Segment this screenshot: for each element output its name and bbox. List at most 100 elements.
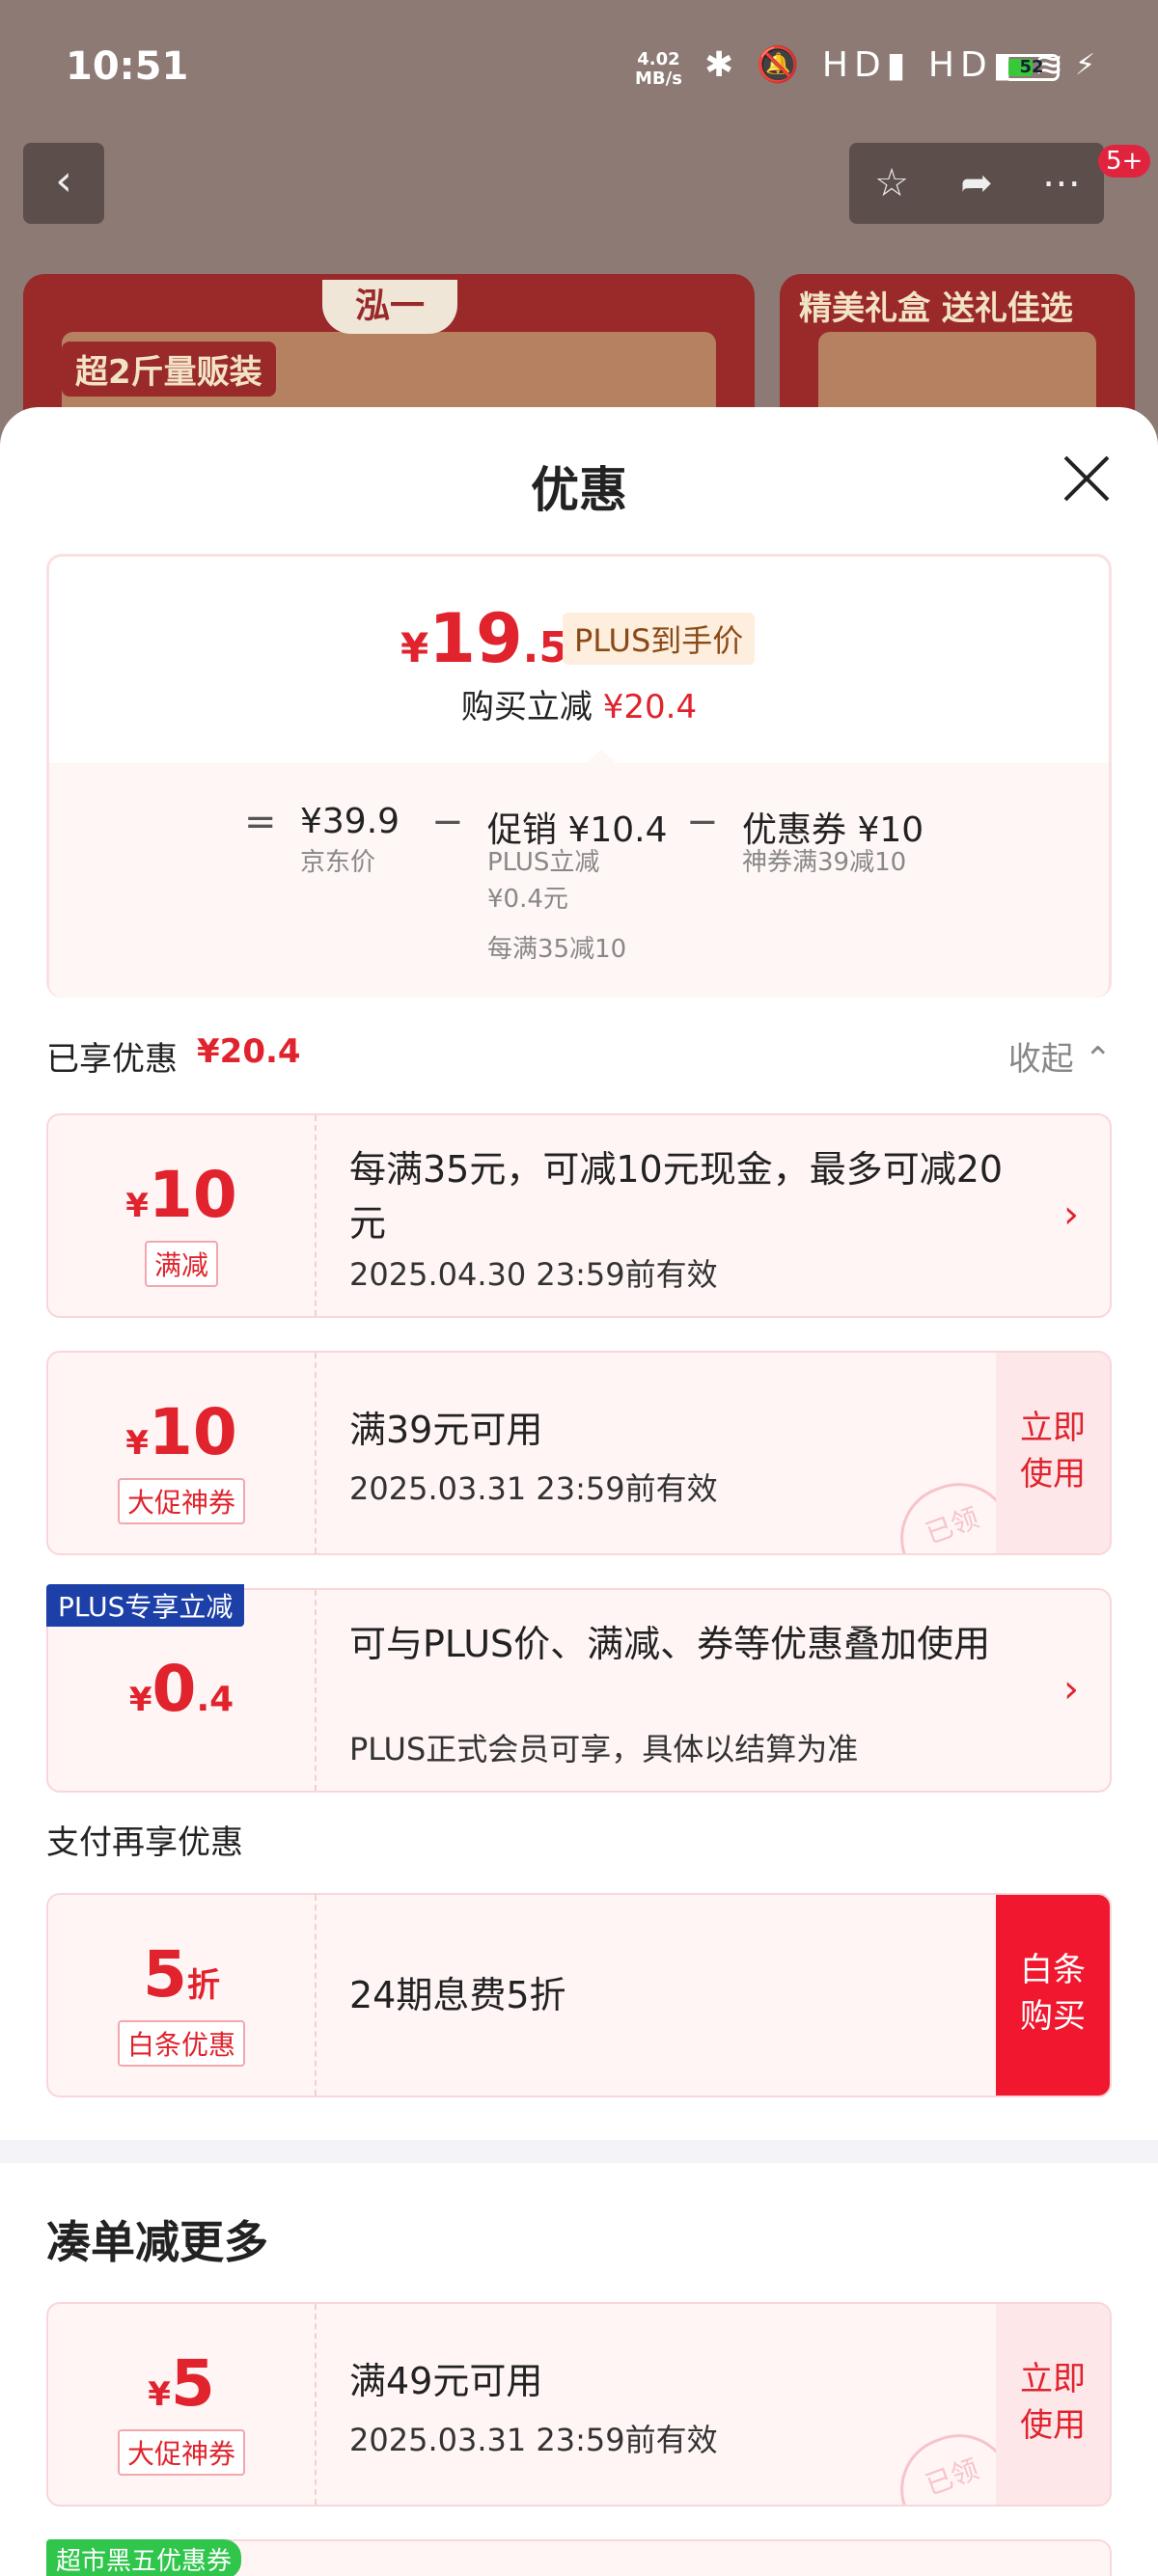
use-now-button[interactable]: 立即 使用 <box>996 1353 1110 1553</box>
coupon-description: 24期息费5折 <box>349 1974 566 2016</box>
charging-icon: ⚡ <box>1075 48 1096 82</box>
coupon-amount: ¥10 <box>48 1395 315 1469</box>
plus-price-tag: PLUS到手价 <box>563 613 756 665</box>
collapse-toggle[interactable]: 收起 ⌃ <box>1008 1032 1112 1080</box>
discount-sheet: 优惠 ¥19.5 PLUS到手价 购买立减 ¥20.4 = ¥39.9 京东价 … <box>0 407 1158 2576</box>
baitiao-buy-button[interactable]: 白条 购买 <box>996 1895 1110 2096</box>
coupon-amount: ¥0.4 <box>48 1652 315 1726</box>
coupon-description: 满49元可用 <box>349 2360 543 2402</box>
coupon-tag: 大促神券 <box>117 1478 245 1524</box>
sheet-title: 优惠 <box>531 462 627 518</box>
plus-exclusive-label: PLUS专享立减 <box>46 1584 245 1627</box>
promo-banner-text-2: 精美礼盒 送礼佳选 <box>799 289 1073 328</box>
use-now-label-2: 使用 <box>1020 2406 1086 2445</box>
coupon-amount-area: ¥10 大促神券 <box>48 1353 315 1553</box>
chevron-right-icon: › <box>1063 1192 1079 1237</box>
black-friday-label: 超市黑五优惠券 <box>46 2539 242 2576</box>
coupon-amount-area: ¥10 满减 <box>48 1115 315 1316</box>
more-icon[interactable]: ⋯ <box>1019 143 1104 224</box>
coupon-expiry: 2025.03.31 23:59前有效 <box>349 1470 718 1507</box>
coupon-currency: ¥ <box>125 1187 149 1225</box>
coupon-value: 5 <box>170 2346 215 2421</box>
price-currency: ¥ <box>400 624 429 671</box>
favorite-icon[interactable]: ☆ <box>849 143 934 224</box>
coupon-amount: ¥5 <box>48 2346 315 2421</box>
coupon-baitiao: 5折 白条优惠 24期息费5折 白条购买 <box>46 1893 1112 2097</box>
coupon-currency: ¥ <box>125 1424 149 1463</box>
chevron-right-icon: › <box>1063 1667 1079 1712</box>
coupon-amount: 5折 <box>48 1937 315 2012</box>
coupon-tag: 白条优惠 <box>117 2020 245 2067</box>
promo-sub-1: PLUS立减 <box>487 848 600 877</box>
buy-label-1: 白条 <box>1020 1951 1086 1989</box>
more-deals-title: 凑单减更多 <box>46 2216 268 2268</box>
share-icon[interactable]: ➦ <box>934 143 1019 224</box>
discount-unit: 折 <box>186 1966 220 2005</box>
coupon-currency: ¥ <box>148 2375 171 2414</box>
coupon-more-promo: ¥5 大促神券 满49元可用 2025.03.31 23:59前有效 已领 立即… <box>46 2302 1112 2507</box>
coupon-sub: 神券满39减10 <box>742 848 907 877</box>
promo-sub-3: 每满35减10 <box>487 935 627 964</box>
brand-logo: 泓一 <box>322 280 457 334</box>
status-time: 10:51 <box>66 44 189 89</box>
network-speed-value: 4.02 <box>637 49 680 69</box>
close-icon[interactable] <box>1058 450 1116 507</box>
background-page: 10:51 4.02 MB/s ✱ 🔕 HD▮ HD▮ ≋ 52 ⚡ ‹ ☆ ➦… <box>0 0 1158 457</box>
coupon-value-decimal: .4 <box>196 1680 234 1719</box>
coupon-condition: PLUS正式会员可享，具体以结算为准 <box>349 1731 859 1768</box>
network-speed-unit: MB/s <box>635 69 682 89</box>
jd-price-label: 京东价 <box>300 848 376 877</box>
coupon-big-promo: ¥10 大促神券 满39元可用 2025.03.31 23:59前有效 已领 立… <box>46 1351 1112 1555</box>
enjoyed-value: ¥20.4 <box>197 1032 301 1071</box>
coupon-expiry: 2025.04.30 23:59前有效 <box>349 1256 718 1293</box>
coupon-amount: ¥10 <box>48 1158 315 1232</box>
summary-notch <box>586 750 617 763</box>
jd-price: ¥39.9 <box>300 802 400 841</box>
use-now-label-1: 立即 <box>1020 2360 1086 2398</box>
save-line: 购买立减 ¥20.4 <box>49 680 1109 727</box>
minus-sign-1: − <box>431 800 464 844</box>
promo-sub-2: ¥0.4元 <box>487 885 568 914</box>
section-divider <box>0 2140 1158 2163</box>
status-bar: 10:51 4.02 MB/s ✱ 🔕 HD▮ HD▮ ≋ 52 ⚡ <box>0 0 1158 135</box>
coupon-amount-area: 5折 白条优惠 <box>48 1895 315 2096</box>
coupon-currency: ¥ <box>128 1681 152 1719</box>
payment-section-title: 支付再享优惠 <box>46 1823 243 1862</box>
coupon-tag: 大促神券 <box>117 2429 245 2476</box>
coupon-expiry: 2025.03.31 23:59前有效 <box>349 2422 718 2458</box>
battery-icon: 52 <box>1004 54 1060 81</box>
coupon-description: 可与PLUS价、满减、券等优惠叠加使用 <box>349 1623 991 1665</box>
chevron-up-icon: ⌃ <box>1084 1040 1113 1079</box>
message-badge: 5+ <box>1098 145 1151 178</box>
enjoyed-discount-row: 已享优惠 ¥20.4 收起 ⌃ <box>46 1032 1112 1081</box>
coupon-divider <box>315 1353 317 1553</box>
coupon-tag: 满减 <box>144 1241 218 1287</box>
coupon-value: 10 <box>148 1395 237 1469</box>
collapse-label: 收起 <box>1007 1040 1074 1079</box>
top-actions: ☆ ➦ ⋯ <box>849 143 1104 224</box>
price-decimal: .5 <box>522 623 568 672</box>
coupon-divider <box>315 1590 317 1791</box>
network-speed: 4.02 MB/s <box>635 50 682 89</box>
back-button[interactable]: ‹ <box>23 143 104 224</box>
save-value: ¥20.4 <box>602 688 698 726</box>
buy-label-2: 购买 <box>1020 1997 1086 2036</box>
save-label: 购买立减 <box>460 688 593 726</box>
coupon-full-reduction[interactable]: ¥10 满减 每满35元，可减10元现金，最多可减20元 2025.04.30 … <box>46 1113 1112 1318</box>
coupon-divider <box>315 2304 317 2505</box>
coupon-description: 每满35元，可减10元现金，最多可减20元 <box>349 1148 1004 1245</box>
coupon-divider <box>315 1115 317 1316</box>
price-summary: ¥19.5 PLUS到手价 购买立减 ¥20.4 = ¥39.9 京东价 − 促… <box>46 554 1112 998</box>
enjoyed-label: 已享优惠 <box>46 1040 178 1079</box>
price-integer: 19 <box>428 599 523 678</box>
coupon-description: 满39元可用 <box>349 1409 543 1451</box>
use-now-button[interactable]: 立即 使用 <box>996 2304 1110 2505</box>
use-now-label-1: 立即 <box>1020 1409 1086 1447</box>
final-price: ¥19.5 <box>400 599 568 678</box>
coupon-divider <box>315 1895 317 2096</box>
coupon-value: 0 <box>152 1652 197 1726</box>
coupon-amount-area: ¥5 大促神券 <box>48 2304 315 2505</box>
discount-value: 5 <box>143 1937 187 2012</box>
use-now-label-2: 使用 <box>1020 1455 1086 1494</box>
equals-sign: = <box>244 800 277 844</box>
